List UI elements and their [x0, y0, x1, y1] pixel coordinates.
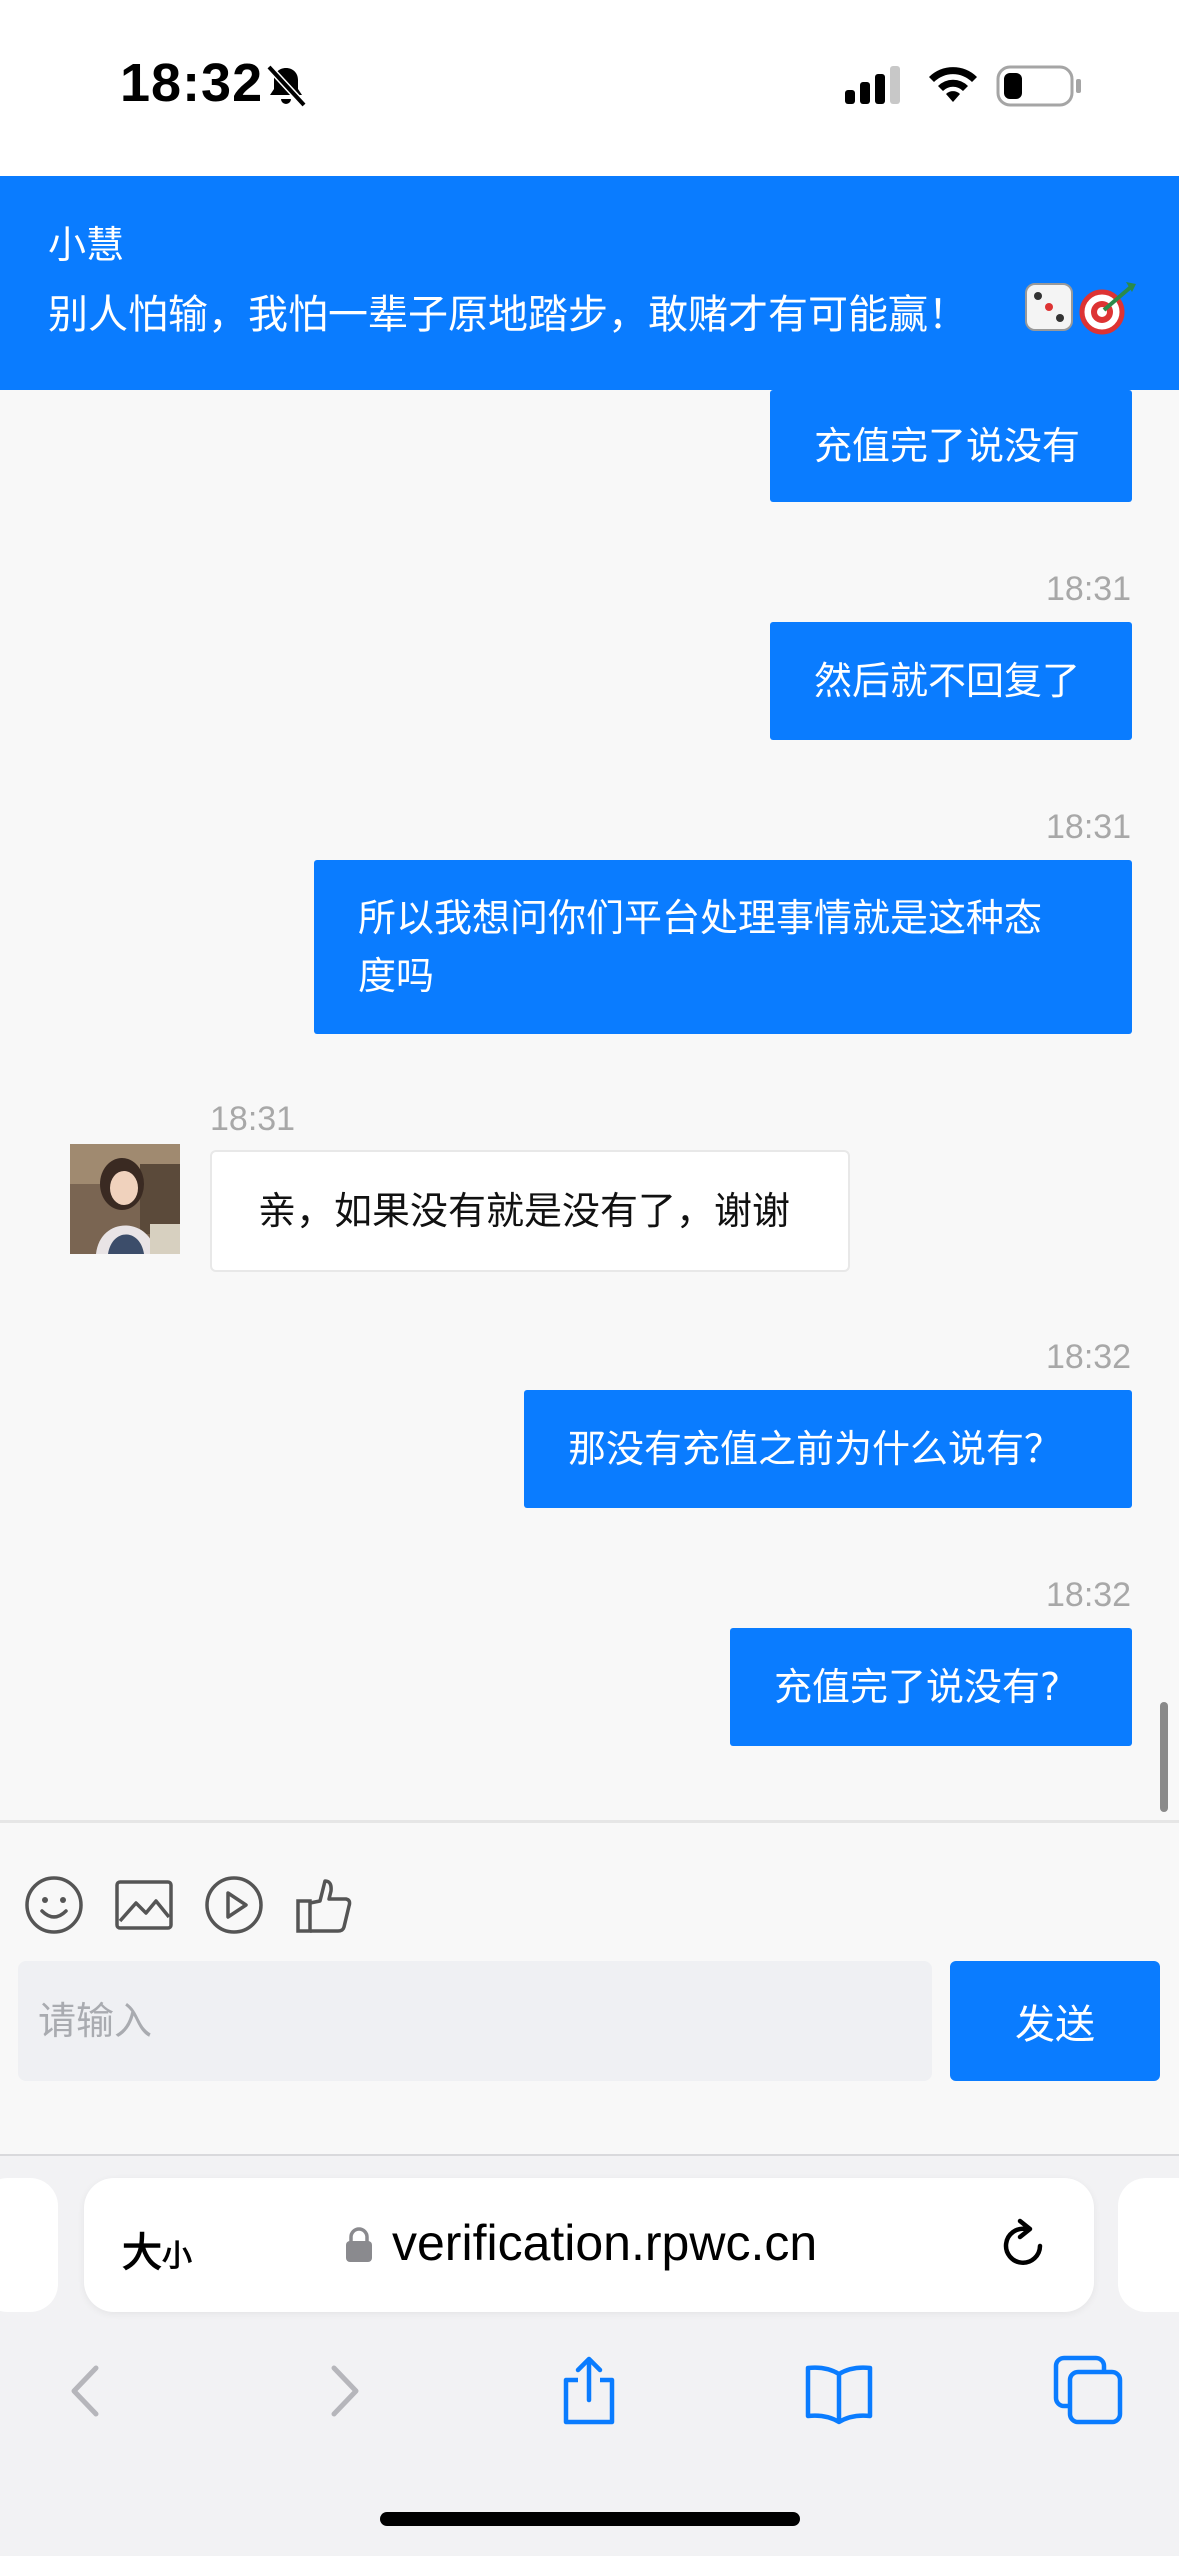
status-time: 18:32: [120, 53, 264, 113]
dice-dart-emoji-icon: [1025, 282, 1136, 335]
wifi-icon: [929, 67, 977, 102]
message-bubble-outgoing[interactable]: 那没有充值之前为什么说有？: [524, 1390, 1132, 1508]
smiley-icon[interactable]: [22, 1873, 86, 1937]
message-text: 亲，如果没有就是没有了，谢谢: [258, 1189, 791, 1233]
battery-icon: [996, 65, 1081, 107]
agent-name: 小慧: [48, 223, 125, 267]
url-text: verification.rpwc.cn: [392, 2215, 818, 2271]
message-timestamp: 18:32: [1046, 1576, 1132, 1614]
forward-icon[interactable]: [306, 2354, 380, 2428]
home-indicator[interactable]: [380, 2512, 800, 2526]
message-timestamp: 18:31: [1046, 808, 1132, 846]
message-bubble-outgoing[interactable]: 充值完了说没有?: [730, 1628, 1132, 1746]
thumbs-up-icon[interactable]: [292, 1873, 356, 1937]
agent-avatar[interactable]: [70, 1144, 180, 1254]
message-input[interactable]: [18, 1961, 932, 2081]
lock-icon: [346, 2227, 372, 2262]
cellular-signal-icon: [845, 66, 900, 104]
video-play-icon[interactable]: [202, 1873, 266, 1937]
bookmarks-icon[interactable]: [802, 2354, 876, 2428]
browser-toolbar: 大小 verification.rpwc.cn: [0, 2154, 1179, 2556]
message-text-line1: 所以我想问你们平台处理事情就是这种态: [358, 896, 1043, 940]
message-text: 充值完了说没有: [814, 424, 1081, 468]
message-text: 然后就不回复了: [814, 659, 1081, 703]
message-composer: 发送: [0, 1820, 1179, 2154]
reload-icon[interactable]: [996, 2216, 1052, 2274]
previous-tab-preview[interactable]: [0, 2178, 58, 2312]
image-icon[interactable]: [112, 1873, 176, 1937]
chat-messages[interactable]: 充值完了说没有 18:31 然后就不回复了 18:31 所以我想问你们平台处理事…: [0, 390, 1179, 1820]
chat-header: 小慧 别人怕输，我怕一辈子原地踏步，敢赌才有可能赢！: [0, 176, 1179, 390]
bell-muted-icon: [266, 64, 307, 108]
message-bubble-incoming[interactable]: 亲，如果没有就是没有了，谢谢: [210, 1150, 850, 1272]
back-icon[interactable]: [50, 2354, 124, 2428]
text-size-button[interactable]: 大小: [122, 2220, 192, 2278]
status-bar: 18:32: [0, 0, 1179, 176]
message-timestamp: 18:31: [1046, 570, 1132, 608]
share-icon[interactable]: [552, 2354, 626, 2428]
next-tab-preview[interactable]: [1118, 2178, 1179, 2312]
message-bubble-outgoing[interactable]: 然后就不回复了: [770, 622, 1132, 740]
message-text: 那没有充值之前为什么说有？: [568, 1427, 1063, 1471]
tabs-icon[interactable]: [1052, 2354, 1126, 2428]
scrollbar[interactable]: [1160, 1702, 1168, 1812]
agent-motto: 别人怕输，我怕一辈子原地踏步，敢赌才有可能赢！: [48, 292, 968, 338]
send-button[interactable]: 发送: [950, 1961, 1160, 2081]
message-timestamp: 18:31: [210, 1100, 296, 1138]
message-bubble-outgoing[interactable]: 充值完了说没有: [770, 390, 1132, 502]
message-text-line2: 度吗: [358, 954, 435, 998]
message-text: 充值完了说没有?: [774, 1665, 1061, 1709]
message-timestamp: 18:32: [1046, 1338, 1132, 1376]
address-bar[interactable]: 大小 verification.rpwc.cn: [84, 2178, 1094, 2312]
message-bubble-outgoing[interactable]: 所以我想问你们平台处理事情就是这种态 度吗: [314, 860, 1132, 1034]
